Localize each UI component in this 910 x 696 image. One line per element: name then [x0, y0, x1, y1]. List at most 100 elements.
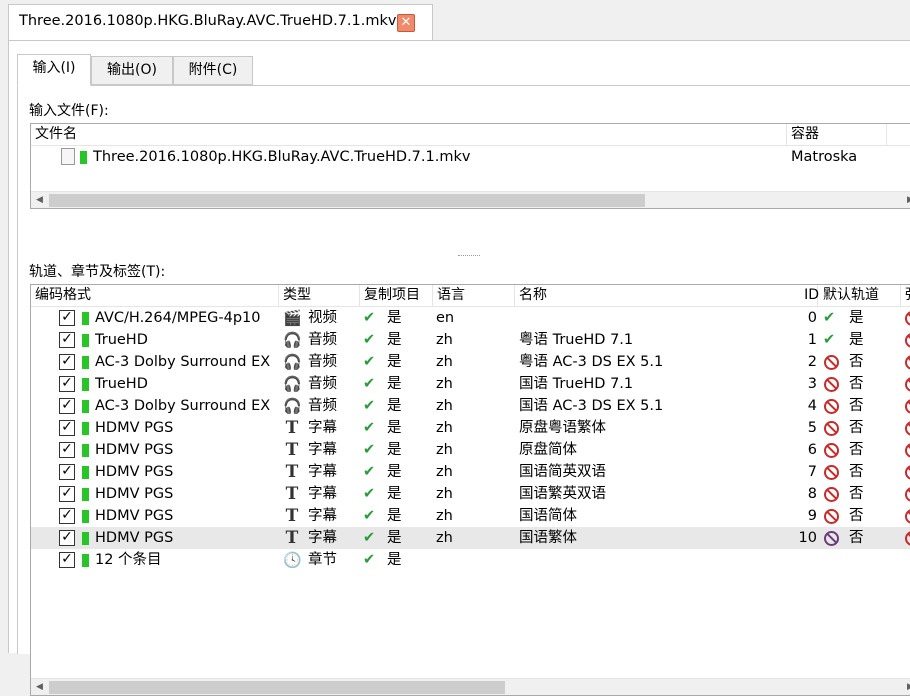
column-header-filename[interactable]: 文件名 — [31, 124, 787, 146]
track-default: 否 — [849, 508, 864, 524]
check-icon: ✔ — [363, 508, 376, 524]
track-codec: HDMV PGS — [95, 420, 174, 436]
document-tab[interactable]: Three.2016.1080p.HKG.BluRay.AVC.TrueHD.7… — [8, 4, 433, 41]
column-header-id[interactable]: ID — [799, 285, 819, 307]
input-file-row[interactable]: Three.2016.1080p.HKG.BluRay.AVC.TrueHD.7… — [31, 146, 910, 168]
track-row[interactable]: ✓ HDMV PGS T 字幕 ✔ 是 zh 国语简英双语 7 否 — [31, 461, 910, 483]
close-icon[interactable]: ✕ — [397, 14, 415, 32]
track-row[interactable]: ✓ HDMV PGS T 字幕 ✔ 是 zh 国语繁英双语 8 否 — [31, 483, 910, 505]
track-row[interactable]: ✓ AC-3 Dolby Surround EX 🎧 音频 ✔ 是 zh 国语 AC-3 DS… — [31, 395, 910, 417]
track-codec: AC-3 Dolby Surround EX — [95, 354, 271, 370]
track-checkbox[interactable]: ✓ — [59, 376, 75, 392]
tracks-hscrollbar[interactable]: ◀ ▶ — [31, 678, 910, 695]
no-icon — [905, 311, 910, 326]
track-codec: HDMV PGS — [95, 464, 174, 480]
track-row[interactable]: ✓ AVC/H.264/MPEG-4p10 🎬 视频 ✔ 是 en 0 ✔ 是 — [31, 307, 910, 329]
tracks-list[interactable]: 编码格式 类型 复制项目 语言 名称 ID 默认轨道 强 ✓ AVC/H.264/… — [30, 284, 910, 696]
text-t-icon: T — [285, 418, 299, 438]
track-copy: 是 — [387, 442, 402, 458]
no-icon — [905, 509, 910, 524]
track-language: zh — [436, 530, 453, 546]
track-checkbox[interactable]: ✓ — [59, 464, 75, 480]
track-row[interactable]: ✓ HDMV PGS T 字幕 ✔ 是 zh 原盘简体 6 否 — [31, 439, 910, 461]
scroll-thumb[interactable] — [49, 681, 505, 694]
column-header-codec[interactable]: 编码格式 — [31, 285, 279, 307]
scroll-thumb[interactable] — [49, 194, 645, 207]
column-header-extra[interactable] — [887, 124, 910, 146]
track-language: zh — [436, 354, 453, 370]
track-name: 原盘简体 — [519, 442, 577, 458]
track-checkbox[interactable]: ✓ — [59, 552, 75, 568]
track-checkbox[interactable]: ✓ — [59, 442, 75, 458]
track-id: 8 — [807, 486, 817, 502]
track-checkbox[interactable]: ✓ — [59, 398, 75, 414]
track-checkbox[interactable]: ✓ — [59, 420, 75, 436]
scroll-left-icon[interactable]: ◀ — [31, 679, 48, 695]
scroll-right-icon[interactable]: ▶ — [902, 192, 910, 208]
tab-output[interactable]: 输出(O) — [91, 56, 173, 85]
column-header-container[interactable]: 容器 — [787, 124, 887, 146]
input-files-list[interactable]: 文件名 容器 Three.2016.1080p.HKG.BluRay.AVC.T… — [30, 123, 910, 209]
track-name — [519, 549, 789, 571]
track-codec: HDMV PGS — [95, 530, 174, 546]
tab-input[interactable]: 输入(I) — [17, 54, 91, 86]
track-id: 4 — [807, 398, 817, 414]
track-checkbox[interactable]: ✓ — [59, 486, 75, 502]
track-type: 音频 — [308, 354, 337, 370]
scroll-left-icon[interactable]: ◀ — [31, 192, 48, 208]
track-checkbox[interactable]: ✓ — [59, 530, 75, 546]
status-green-indicator — [82, 488, 89, 501]
track-checkbox[interactable]: ✓ — [59, 508, 75, 524]
text-t-icon: T — [285, 506, 299, 526]
no-icon — [905, 421, 910, 436]
tab-attachments[interactable]: 附件(C) — [173, 56, 253, 85]
track-codec: TrueHD — [95, 332, 148, 348]
track-id: 1 — [807, 332, 817, 348]
column-header-type[interactable]: 类型 — [279, 285, 360, 307]
track-copy: 是 — [387, 420, 402, 436]
no-icon — [905, 443, 910, 458]
track-name: 国语简体 — [519, 508, 577, 524]
column-header-copy[interactable]: 复制项目 — [360, 285, 433, 307]
track-row[interactable]: ✓ HDMV PGS T 字幕 ✔ 是 zh 国语繁体 10 否 — [31, 527, 910, 549]
track-row[interactable]: ✓ TrueHD 🎧 音频 ✔ 是 zh 粤语 TrueHD 7.1 1 ✔ 是 — [31, 329, 910, 351]
track-id: 5 — [807, 420, 817, 436]
track-row[interactable]: ✓ HDMV PGS T 字幕 ✔ 是 zh 国语简体 9 否 — [31, 505, 910, 527]
no-icon — [905, 377, 910, 392]
track-default: 否 — [849, 486, 864, 502]
scroll-right-icon[interactable]: ▶ — [902, 679, 910, 695]
no-icon — [824, 531, 839, 546]
column-header-forced[interactable]: 强 — [901, 285, 910, 307]
track-language: zh — [436, 398, 453, 414]
no-icon — [905, 333, 910, 348]
text-t-icon: T — [285, 440, 299, 460]
track-checkbox[interactable]: ✓ — [59, 310, 75, 326]
track-id: 6 — [807, 442, 817, 458]
track-codec: HDMV PGS — [95, 442, 174, 458]
track-row[interactable]: ✓ 12 个条目 🕓 章节 ✔ 是 — [31, 549, 910, 571]
column-header-default[interactable]: 默认轨道 — [819, 285, 901, 307]
no-icon — [824, 487, 839, 502]
track-default: 是 — [849, 310, 864, 326]
track-row[interactable]: ✓ TrueHD 🎧 音频 ✔ 是 zh 国语 TrueHD 7.1 3 否 — [31, 373, 910, 395]
check-icon: ✔ — [363, 486, 376, 502]
check-icon: ✔ — [823, 310, 836, 326]
no-icon — [824, 355, 839, 370]
track-default: 否 — [849, 398, 864, 414]
track-checkbox[interactable]: ✓ — [59, 354, 75, 370]
column-header-language[interactable]: 语言 — [433, 285, 515, 307]
track-checkbox[interactable]: ✓ — [59, 332, 75, 348]
input-files-header: 文件名 容器 — [31, 124, 910, 146]
status-green-indicator — [82, 312, 89, 325]
track-copy: 是 — [387, 486, 402, 502]
column-header-name[interactable]: 名称 — [515, 285, 818, 307]
track-row[interactable]: ✓ AC-3 Dolby Surround EX 🎧 音频 ✔ 是 zh 粤语 AC-3 DS… — [31, 351, 910, 373]
clock-icon: 🕓 — [283, 551, 302, 569]
track-language: zh — [436, 442, 453, 458]
track-row[interactable]: ✓ HDMV PGS T 字幕 ✔ 是 zh 原盘粤语繁体 5 否 — [31, 417, 910, 439]
check-icon: ✔ — [823, 332, 836, 348]
input-files-hscrollbar[interactable]: ◀ ▶ — [31, 191, 910, 208]
pane-splitter[interactable] — [458, 255, 480, 258]
track-default: 否 — [849, 530, 864, 546]
headphones-icon: 🎧 — [283, 353, 302, 371]
